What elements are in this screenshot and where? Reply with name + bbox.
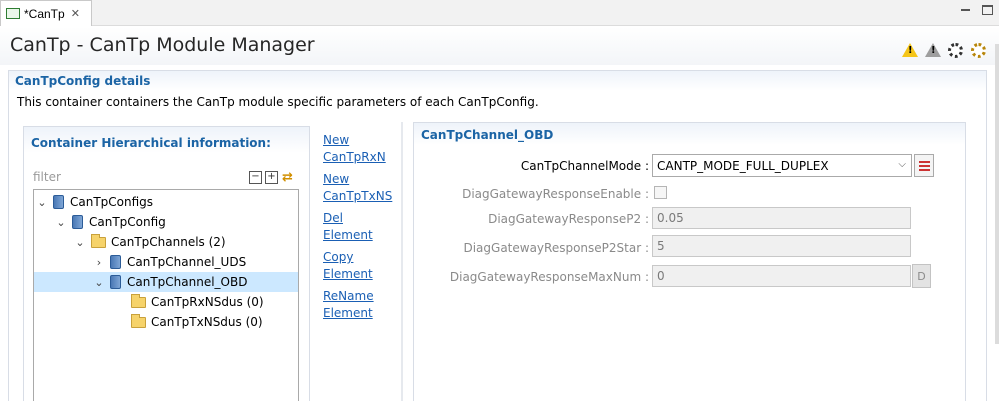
tree-item-label: CanTpChannel_UDS <box>127 255 247 269</box>
hierarchy-tree: ⌄ CanTpConfigs ⌄ CanTpConfig ⌄ CanTpChan… <box>33 189 299 401</box>
collapse-all-icon[interactable]: − <box>249 171 262 184</box>
gear-icon[interactable] <box>948 43 964 59</box>
module-icon <box>110 255 121 269</box>
tree-item-label: CanTpConfig <box>89 215 166 229</box>
copy-element-link[interactable]: Copy Element <box>323 249 403 283</box>
editor-file-icon <box>6 8 20 19</box>
tree-item-label: CanTpChannel_OBD <box>127 275 248 289</box>
panel-splitter[interactable] <box>401 122 403 401</box>
delete-element-link[interactable]: Del Element <box>323 210 403 244</box>
default-value-button[interactable]: D <box>912 264 931 288</box>
tree-item-cantprxnsdus[interactable]: CanTpRxNSdus (0) <box>34 292 298 312</box>
gw-maxnum-label: DiagGatewayResponseMaxNum : <box>449 270 649 284</box>
link-line: Copy <box>323 250 354 264</box>
gw-enable-checkbox[interactable] <box>654 186 667 199</box>
editor-header: CanTp - CanTp Module Manager <box>0 27 999 65</box>
module-icon <box>53 195 64 209</box>
header-toolbar <box>902 43 987 59</box>
warning-disabled-icon[interactable] <box>925 43 941 59</box>
module-icon <box>72 215 83 229</box>
collapsed-icon[interactable]: › <box>93 256 105 269</box>
chevron-down-icon: ⌵ <box>898 159 906 170</box>
gw-maxnum-field[interactable] <box>652 265 911 287</box>
action-links: New CanTpRxN New CanTpTxNS Del Element C… <box>323 132 403 327</box>
link-line: Del <box>323 211 343 225</box>
link-line: Element <box>323 306 373 320</box>
filter-input[interactable] <box>33 168 233 186</box>
enum-list-button[interactable] <box>914 154 934 177</box>
vertical-scrollbar[interactable] <box>995 44 999 344</box>
gw-p2star-label: DiagGatewayResponseP2Star : <box>463 241 649 255</box>
tree-item-label: CanTpConfigs <box>70 195 154 209</box>
expand-all-icon[interactable]: + <box>265 171 278 184</box>
gw-p2star-field[interactable] <box>652 235 911 257</box>
properties-group: CanTpChannel_OBD CanTpChannelMode : CANT… <box>413 122 966 401</box>
minimize-icon[interactable] <box>957 2 973 18</box>
tree-item-cantptxnsdus[interactable]: CanTpTxNSdus (0) <box>34 312 298 332</box>
tree-item-cantpchannel-uds[interactable]: › CanTpChannel_UDS <box>34 252 298 272</box>
module-icon <box>110 275 121 289</box>
tree-item-label: CanTpTxNSdus (0) <box>151 315 263 329</box>
link-line: ReName <box>323 289 374 303</box>
link-line: CanTpRxN <box>323 150 386 164</box>
warning-icon[interactable] <box>902 43 918 59</box>
close-icon[interactable]: ✕ <box>71 7 80 20</box>
tab-label: *CanTp <box>24 6 65 21</box>
details-title: CanTpConfig details <box>15 74 151 88</box>
folder-icon <box>131 293 146 308</box>
link-line: CanTpTxNS <box>323 189 393 203</box>
tree-item-cantpconfig[interactable]: ⌄ CanTpConfig <box>34 212 298 232</box>
tree-item-cantpchannel-obd[interactable]: ⌄ CanTpChannel_OBD <box>34 272 298 292</box>
details-description: This container containers the CanTp modu… <box>17 95 539 109</box>
hierarchy-header: Container Hierarchical information: <box>24 127 309 153</box>
rename-element-link[interactable]: ReName Element <box>323 288 403 322</box>
tree-item-label: CanTpChannels (2) <box>111 235 226 249</box>
new-cantptxns-link[interactable]: New CanTpTxNS <box>323 171 403 205</box>
expanded-icon[interactable]: ⌄ <box>55 216 67 229</box>
channel-mode-value: CANTP_MODE_FULL_DUPLEX <box>657 158 829 173</box>
tree-item-cantpchannels[interactable]: ⌄ CanTpChannels (2) <box>34 232 298 252</box>
properties-title: CanTpChannel_OBD <box>421 128 554 142</box>
gw-p2-label: DiagGatewayResponseP2 : <box>488 212 649 226</box>
tree-item-label: CanTpRxNSdus (0) <box>151 295 264 309</box>
hierarchy-title: Container Hierarchical information: <box>31 136 271 150</box>
expanded-icon[interactable]: ⌄ <box>36 196 48 209</box>
gw-enable-label: DiagGatewayResponseEnable : <box>462 187 649 201</box>
expanded-icon[interactable]: ⌄ <box>93 276 105 289</box>
page-title: CanTp - CanTp Module Manager <box>10 34 315 56</box>
channel-mode-label: CanTpChannelMode : <box>520 159 649 173</box>
gw-p2-field[interactable] <box>652 207 911 229</box>
details-header: CanTpConfig details <box>9 71 986 91</box>
hierarchy-group: Container Hierarchical information: − + … <box>23 126 310 401</box>
window-controls <box>957 2 995 18</box>
link-line: New <box>323 133 350 147</box>
channel-mode-select[interactable]: CANTP_MODE_FULL_DUPLEX ⌵ <box>652 154 912 177</box>
folder-icon <box>131 313 146 328</box>
link-line: New <box>323 172 350 186</box>
tree-item-cantpconfigs[interactable]: ⌄ CanTpConfigs <box>34 192 298 212</box>
gears-icon[interactable] <box>971 43 987 59</box>
expanded-icon[interactable]: ⌄ <box>74 236 86 249</box>
new-cantprxn-link[interactable]: New CanTpRxN <box>323 132 403 166</box>
maximize-icon[interactable] <box>979 2 995 18</box>
tree-toolbar: − + ⇄ <box>249 171 294 184</box>
tab-cantp[interactable]: *CanTp ✕ <box>0 0 92 26</box>
folder-icon <box>91 233 106 248</box>
editor-tab-strip: *CanTp ✕ <box>0 0 999 26</box>
link-line: Element <box>323 228 373 242</box>
link-line: Element <box>323 267 373 281</box>
link-sync-icon[interactable]: ⇄ <box>281 171 294 184</box>
properties-header: CanTpChannel_OBD <box>414 123 965 145</box>
